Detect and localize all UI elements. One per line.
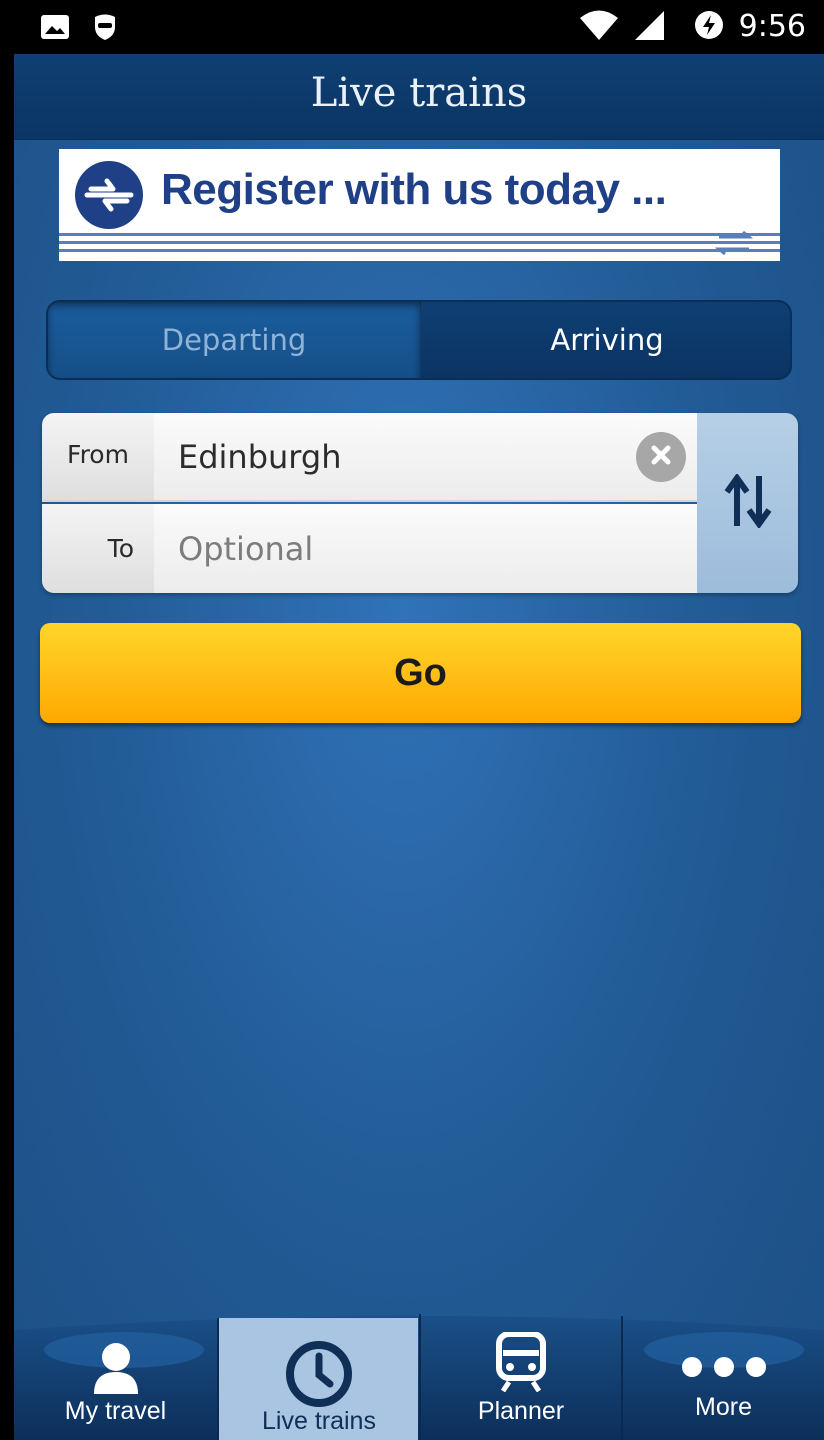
from-value: Edinburgh — [178, 437, 342, 476]
nav-live-trains[interactable]: Live trains — [219, 1310, 419, 1440]
status-bar: 9:56 — [0, 0, 824, 54]
bottom-nav: My travel Live trains Planner More — [14, 1310, 824, 1440]
to-input[interactable]: Optional — [154, 504, 697, 593]
title-bar: Live trains — [14, 54, 824, 140]
register-banner[interactable]: Register with us today ... — [59, 149, 780, 261]
nav-more[interactable]: More — [623, 1310, 824, 1440]
banner-stripes — [59, 230, 780, 256]
vpn-mask-icon — [92, 13, 118, 45]
departing-arriving-toggle: Departing Arriving — [46, 300, 792, 380]
nav-label: Planner — [477, 1397, 565, 1425]
clear-from-button[interactable] — [636, 432, 686, 482]
banner-text: Register with us today ... — [161, 165, 667, 214]
clock-icon — [285, 1340, 353, 1412]
status-time: 9:56 — [738, 9, 806, 44]
from-input[interactable]: Edinburgh — [154, 413, 697, 500]
nav-planner[interactable]: Planner — [421, 1310, 621, 1440]
national-rail-logo — [73, 159, 145, 235]
nav-label: Live trains — [262, 1407, 376, 1435]
image-icon — [40, 14, 70, 44]
swap-arrows-icon — [723, 472, 773, 532]
app-screen: Live trains Register with us today ... D… — [14, 54, 824, 1440]
go-button[interactable]: Go — [40, 623, 801, 723]
to-row: To Optional — [42, 504, 697, 593]
station-form: From Edinburgh To Optional — [42, 413, 798, 593]
data-saver-icon — [693, 9, 725, 45]
swap-stations-button[interactable] — [697, 413, 798, 593]
tab-arriving[interactable]: Arriving — [421, 302, 790, 378]
nav-my-travel[interactable]: My travel — [14, 1310, 217, 1440]
clear-icon — [650, 444, 672, 470]
train-icon — [495, 1331, 547, 1396]
nav-label: My travel — [64, 1397, 167, 1425]
nav-label: More — [695, 1393, 752, 1421]
person-icon — [91, 1342, 141, 1398]
page-title: Live trains — [310, 70, 528, 116]
from-row: From Edinburgh — [42, 413, 697, 502]
tab-departing[interactable]: Departing — [48, 302, 420, 378]
to-placeholder: Optional — [178, 529, 314, 568]
more-dots-icon — [681, 1356, 767, 1382]
to-label: To — [42, 504, 154, 593]
signal-icon — [633, 9, 665, 45]
from-label: From — [42, 413, 154, 500]
wifi-icon — [579, 9, 619, 45]
